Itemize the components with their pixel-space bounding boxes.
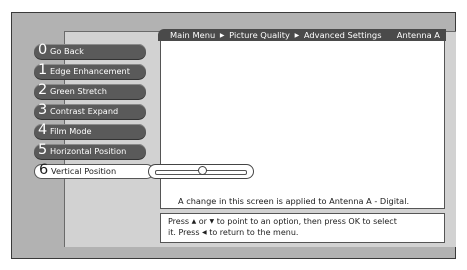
slider-knob[interactable] xyxy=(198,166,207,175)
menu-item-label: Go Back xyxy=(50,46,84,56)
triangle-right-icon: ▶ xyxy=(219,32,225,39)
breadcrumb: Main Menu ▶ Picture Quality ▶ Advanced S… xyxy=(158,29,446,41)
menu-item-go-back[interactable]: 0 Go Back xyxy=(34,42,146,59)
breadcrumb-item-main-menu: Main Menu xyxy=(170,30,216,40)
menu-item-number: 6 xyxy=(39,162,49,178)
menu-item-number: 4 xyxy=(38,122,48,138)
left-arrow-icon: ◀ xyxy=(202,228,207,236)
menu-item-film-mode[interactable]: 4 Film Mode xyxy=(34,122,146,139)
menu-item-label: Film Mode xyxy=(50,126,92,136)
menu-item-number: 2 xyxy=(38,82,48,98)
menu-item-label: Green Stretch xyxy=(50,86,107,96)
breadcrumb-item-advanced-settings: Advanced Settings xyxy=(303,30,382,40)
help-text: Press ▲ or ▼ to point to an option, then… xyxy=(160,213,445,243)
notice-text: A change in this screen is applied to An… xyxy=(178,196,410,206)
up-arrow-icon: ▲ xyxy=(191,218,197,225)
menu-item-green-stretch[interactable]: 2 Green Stretch xyxy=(34,82,146,99)
menu-item-number: 3 xyxy=(38,102,48,118)
menu-item-vertical-position[interactable]: 6 Vertical Position xyxy=(34,162,154,179)
menu-item-label: Contrast Expand xyxy=(50,106,119,116)
menu-item-horizontal-position[interactable]: 5 Horizontal Position xyxy=(34,142,146,159)
breadcrumb-item-picture-quality: Picture Quality xyxy=(229,30,290,40)
vertical-position-slider[interactable] xyxy=(148,164,254,179)
menu-item-number: 5 xyxy=(38,142,48,158)
triangle-right-icon: ▶ xyxy=(294,32,300,39)
menu-item-number: 0 xyxy=(38,42,48,58)
menu-item-label: Horizontal Position xyxy=(50,146,127,156)
menu-item-label: Vertical Position xyxy=(51,166,117,176)
menu-item-label: Edge Enhancement xyxy=(50,66,130,76)
down-arrow-icon: ▼ xyxy=(209,218,215,225)
antenna-label: Antenna A xyxy=(396,30,440,40)
menu-item-contrast-expand[interactable]: 3 Contrast Expand xyxy=(34,102,146,119)
menu-item-edge-enhancement[interactable]: 1 Edge Enhancement xyxy=(34,62,146,79)
menu-item-number: 1 xyxy=(38,62,48,78)
content-area xyxy=(160,41,445,209)
